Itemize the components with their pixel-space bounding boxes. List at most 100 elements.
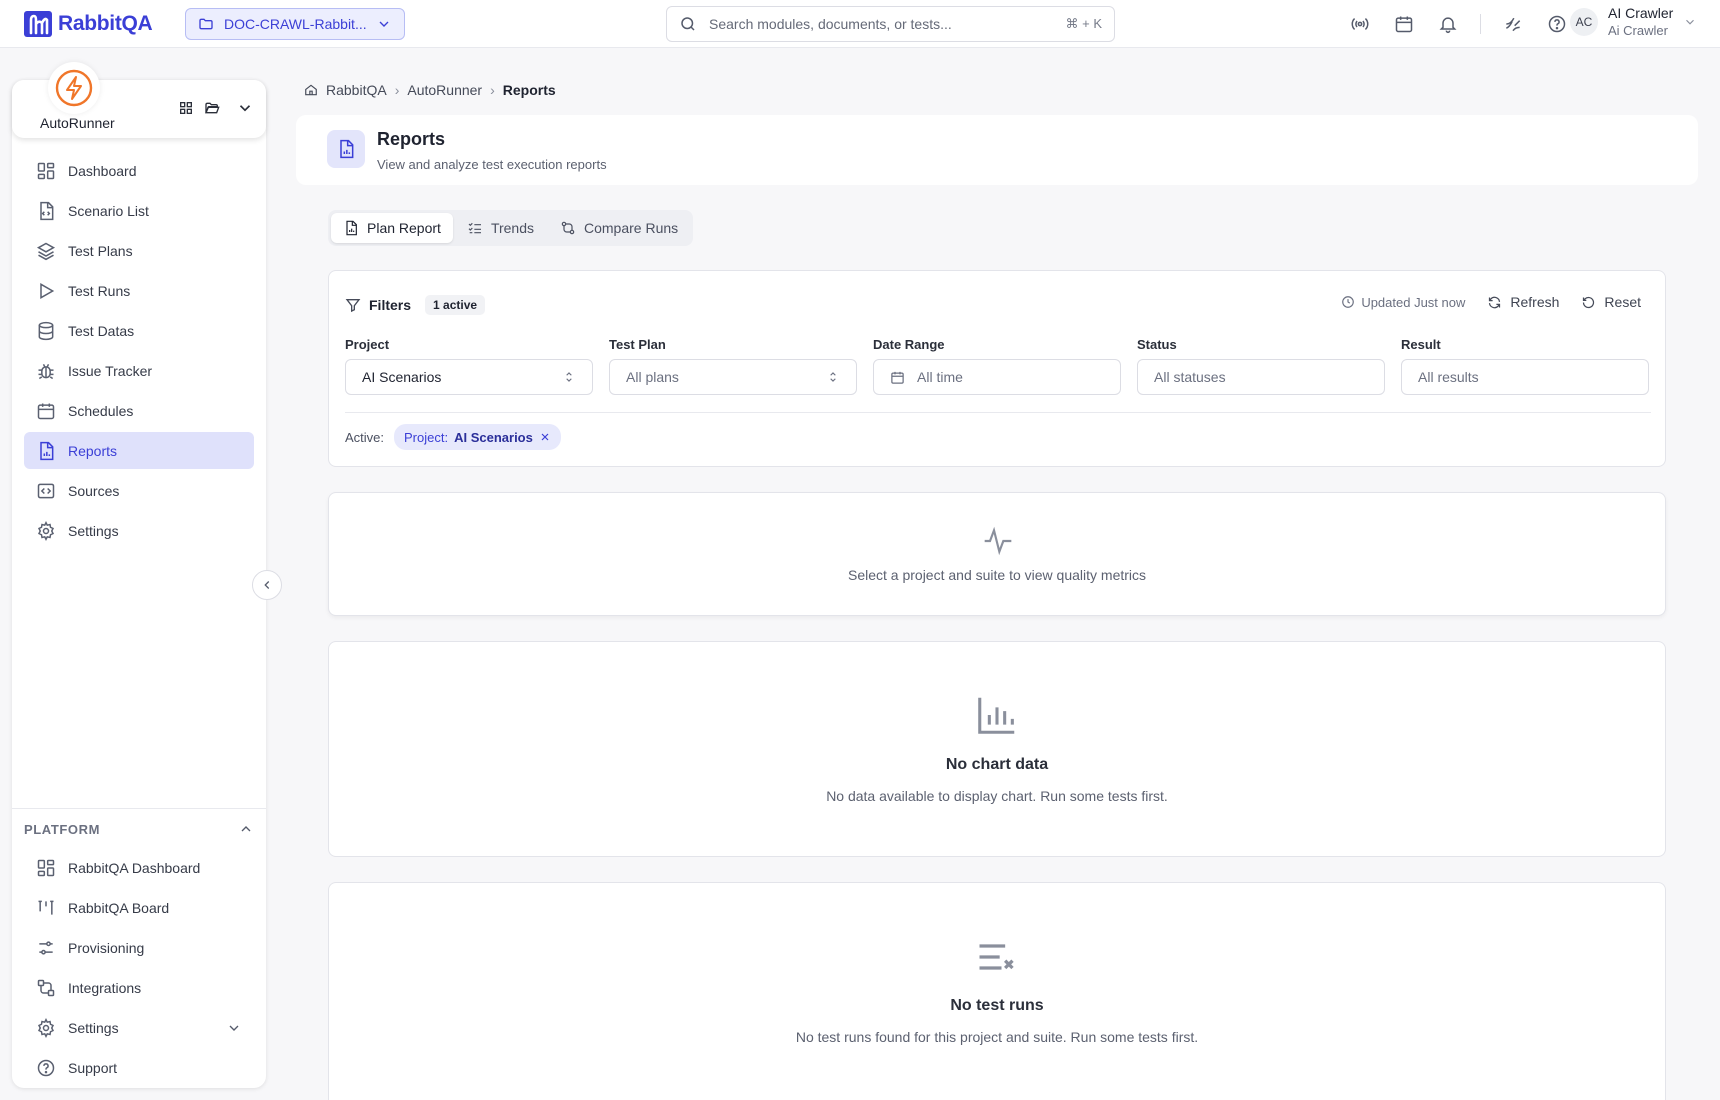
project-selector[interactable]: DOC-CRAWL-Rabbit... [185,8,405,40]
dashboard-icon [37,859,55,876]
sidebar-item-label: Test Datas [68,322,135,339]
bell-icon[interactable] [1436,12,1460,36]
updated-text: Updated Just now [1361,294,1466,310]
date-range-value: All time [917,369,963,385]
tab-compare-runs[interactable]: Compare Runs [548,213,690,243]
platform-item-rabbitqa-dashboard[interactable]: RabbitQA Dashboard [24,849,254,886]
user-menu[interactable]: AC AI Crawler Ai Crawler [1570,4,1697,40]
pulse-icon [984,526,1012,556]
filter-status: Status All statuses [1137,337,1385,395]
breadcrumb-item-module[interactable]: AutoRunner [407,82,482,98]
gear-icon [37,520,55,541]
test-plan-select-value: All plans [626,369,679,385]
quality-metrics-message: Select a project and suite to view quali… [847,567,1147,583]
platform-item-settings[interactable]: Settings [24,1009,254,1046]
result-select-value: All results [1418,369,1479,385]
sidebar-item-schedules[interactable]: Schedules [24,392,254,429]
module-switcher[interactable]: AutoRunner [12,62,266,138]
report-icon [327,130,365,168]
sidebar-item-label: Reports [68,442,118,459]
result-select[interactable]: All results [1401,359,1649,395]
sidebar-item-label: Scenario List [68,202,149,219]
tab-plan-report[interactable]: Plan Report [331,213,453,243]
gear-icon [37,1017,55,1038]
sidebar-item-label: Test Plans [68,242,133,259]
chevron-down-icon[interactable] [236,99,254,117]
help-icon [37,1059,55,1076]
test-runs-empty-message: No test runs found for this project and … [795,1029,1199,1045]
sidebar-item-label: Issue Tracker [68,362,153,379]
reset-button[interactable]: Reset [1581,294,1641,310]
platform-header[interactable]: PLATFORM [12,809,266,849]
platform-heading: PLATFORM [24,821,101,837]
field-label: Project [345,337,390,352]
page-header: Reports View and analyze test execution … [296,115,1698,185]
test-plan-select[interactable]: All plans [609,359,857,395]
tab-trends[interactable]: Trends [455,213,546,243]
global-search[interactable]: ⌘ + K [666,6,1115,42]
app-logo[interactable]: RabbitQA [24,11,153,37]
sidebar-item-settings[interactable]: Settings [24,512,254,549]
page-title: Reports [377,129,446,149]
dashboard-icon [37,162,55,179]
platform-item-label: RabbitQA Board [68,899,170,916]
refresh-button[interactable]: Refresh [1487,294,1559,310]
platform-item-label: Provisioning [68,939,145,956]
reset-label: Reset [1604,294,1641,310]
report-tabs: Plan Report Trends Compare Runs [328,210,694,246]
grid-icon[interactable] [178,100,194,116]
top-bar: RabbitQA DOC-CRAWL-Rabbit... ⌘ + K AC A [0,0,1720,48]
status-select-value: All statuses [1154,369,1226,385]
search-icon [681,17,695,31]
sidebar-item-dashboard[interactable]: Dashboard [24,152,254,189]
sidebar-item-test-datas[interactable]: Test Datas [24,312,254,349]
broadcast-icon[interactable] [1348,12,1372,36]
test-runs-empty-state: No test runs No test runs found for this… [328,882,1666,1100]
list-x-icon [979,944,1014,970]
chevrons-up-down-icon [566,372,572,382]
breadcrumb-item-home[interactable]: RabbitQA [326,82,387,98]
folder-icon [199,18,213,30]
sidebar-item-sources[interactable]: Sources [24,472,254,509]
user-name: AI Crawler [1608,5,1674,21]
tab-label: Compare Runs [584,220,679,236]
theme-icon[interactable] [1501,12,1525,36]
sidebar-item-scenario-list[interactable]: Scenario List [24,192,254,229]
sidebar-item-test-plans[interactable]: Test Plans [24,232,254,269]
status-select[interactable]: All statuses [1137,359,1385,395]
sidebar-item-issue-tracker[interactable]: Issue Tracker [24,352,254,389]
sliders-icon [39,940,53,955]
sidebar-item-test-runs[interactable]: Test Runs [24,272,254,309]
active-filters: Active: Project: AI Scenarios [345,424,561,450]
platform-item-provisioning[interactable]: Provisioning [24,929,254,966]
topbar-divider [1480,14,1481,34]
chip-value: AI Scenarios [454,429,533,445]
date-range-picker[interactable]: All time [873,359,1121,395]
platform-item-support[interactable]: Support [24,1049,254,1086]
bar-chart-icon [978,697,1015,734]
folder-open-icon[interactable] [204,100,220,116]
field-label: Result [1401,337,1441,352]
search-input[interactable] [709,16,1054,32]
close-icon[interactable] [539,431,551,443]
filters-divider [345,412,1651,413]
active-filter-count: 1 active [425,295,486,315]
filters-title: Filters [369,297,412,313]
file-code-icon [40,201,54,220]
calendar-icon[interactable] [1392,12,1416,36]
project-select[interactable]: AI Scenarios [345,359,593,395]
platform-item-integrations[interactable]: Integrations [24,969,254,1006]
filters-actions: Updated Just now Refresh Reset [1341,294,1641,310]
sidebar-item-label: Test Runs [68,282,131,299]
platform-item-rabbitqa-board[interactable]: RabbitQA Board [24,889,254,926]
sidebar-item-reports[interactable]: Reports [24,432,254,469]
code-icon [37,483,55,498]
lightning-icon [55,69,93,107]
filter-icon [345,299,361,313]
chevrons-up-down-icon [830,372,836,382]
sidebar-collapse-button[interactable] [252,570,282,600]
refresh-icon [1489,296,1501,308]
layers-icon [36,242,56,260]
sidebar-item-label: Dashboard [68,162,137,179]
help-icon[interactable] [1545,12,1569,36]
